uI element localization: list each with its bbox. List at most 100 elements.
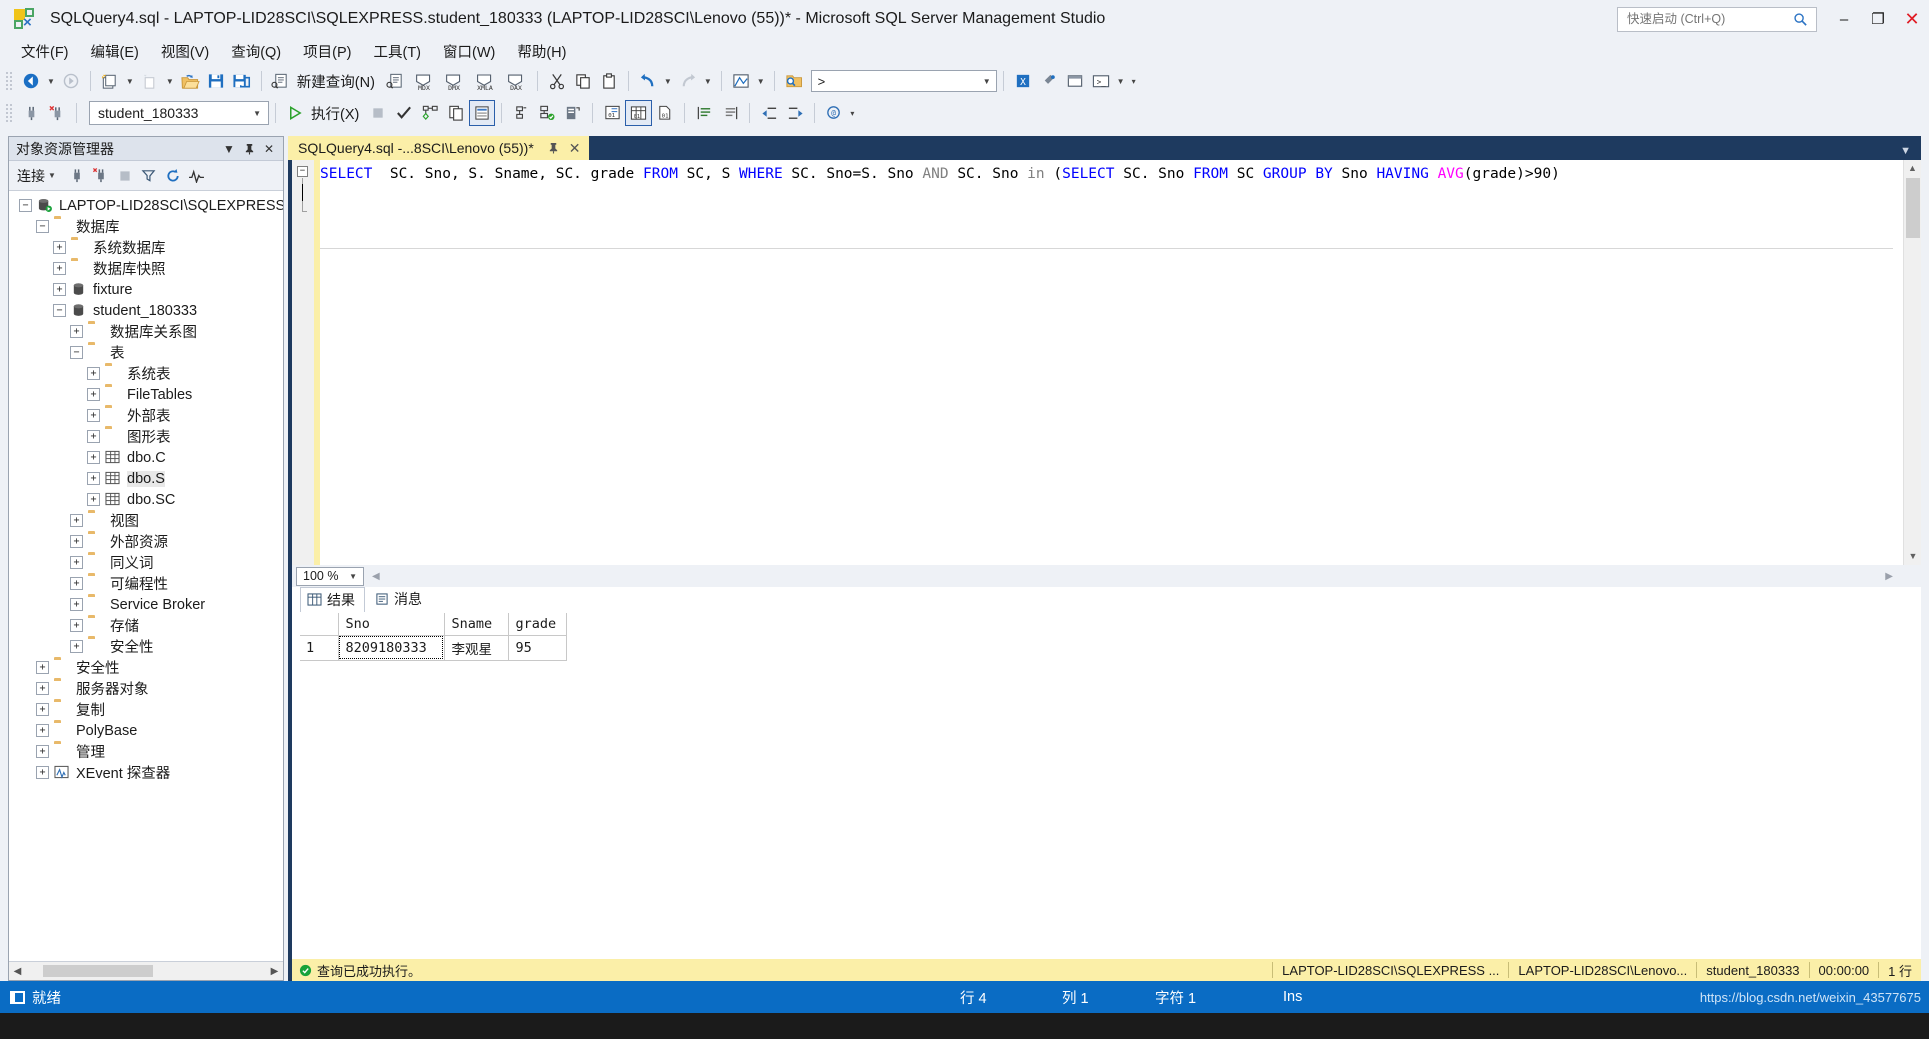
tree-collapse-toggle[interactable]: − [36, 220, 49, 233]
redo-dropdown-icon[interactable]: ▼ [704, 77, 712, 86]
filter-icon[interactable] [137, 164, 161, 188]
activity-monitor-icon[interactable] [185, 164, 209, 188]
pin-icon[interactable] [244, 143, 255, 155]
tree-expand-toggle[interactable]: + [87, 472, 100, 485]
stop-action-icon[interactable] [113, 164, 137, 188]
sql-toolbar-grip[interactable] [5, 103, 14, 123]
tree-expand-toggle[interactable]: + [70, 577, 83, 590]
connect-icon[interactable] [18, 100, 44, 126]
tree-expand-toggle[interactable]: + [53, 283, 66, 296]
tree-node[interactable]: + fixture [9, 279, 283, 300]
menu-view[interactable]: 视图(V) [150, 38, 220, 65]
results-grid[interactable]: Sno Sname grade 1 8209180333 李观星 95 [300, 613, 567, 661]
tree-expand-toggle[interactable]: + [36, 766, 49, 779]
paste-icon[interactable] [596, 68, 622, 94]
tree-node[interactable]: + 系统数据库 [9, 237, 283, 258]
back-dropdown-icon[interactable]: ▼ [47, 77, 55, 86]
new-project-dropdown-icon[interactable]: ▼ [126, 77, 134, 86]
tab-messages[interactable]: 消息 [369, 587, 431, 611]
tree-node[interactable]: + FileTables [9, 384, 283, 405]
find-input-value[interactable]: > [818, 74, 826, 89]
editor-tab-sqlquery4[interactable]: SQLQuery4.sql -...8SCI\Lenovo (55))* ✕ [288, 136, 589, 160]
xmla-query-icon[interactable]: XMLA [469, 68, 501, 94]
pin-icon[interactable] [548, 142, 559, 154]
find-dropdown-icon[interactable]: ▼ [983, 77, 991, 86]
panes-dropdown-icon[interactable]: ▼ [757, 77, 765, 86]
tree-node[interactable]: + 外部表 [9, 405, 283, 426]
tree-expand-toggle[interactable]: + [87, 451, 100, 464]
tree-node[interactable]: + 数据库关系图 [9, 321, 283, 342]
close-icon[interactable]: ✕ [264, 142, 274, 156]
disconnect-object-explorer-icon[interactable] [89, 164, 113, 188]
menu-query[interactable]: 查询(Q) [220, 38, 292, 65]
find-in-files-icon[interactable] [781, 68, 807, 94]
command-dropdown-icon[interactable]: ▼ [1117, 77, 1125, 86]
database-server-icon[interactable] [560, 100, 586, 126]
menu-edit[interactable]: 编辑(E) [80, 38, 150, 65]
tree-node[interactable]: + 服务器对象 [9, 678, 283, 699]
editor-vscrollbar[interactable]: ▲ ▼ [1903, 160, 1921, 565]
tree-expand-toggle[interactable]: + [36, 682, 49, 695]
tree-collapse-toggle[interactable]: − [53, 304, 66, 317]
tree-collapse-toggle[interactable]: − [70, 346, 83, 359]
quick-launch-input[interactable] [1625, 11, 1793, 27]
specify-values-icon[interactable]: @ [821, 100, 847, 126]
execute-icon[interactable] [282, 100, 308, 126]
refresh-icon[interactable] [161, 164, 185, 188]
tree-node[interactable]: − LAPTOP-LID28SCI\SQLEXPRESS [9, 195, 283, 216]
cell-grade[interactable]: 95 [508, 635, 567, 661]
decrease-indent-icon[interactable] [756, 100, 782, 126]
tree-expand-toggle[interactable]: + [87, 409, 100, 422]
menu-project[interactable]: 项目(P) [292, 38, 362, 65]
object-explorer-hscrollbar[interactable]: ◀ ▶ [9, 961, 283, 980]
new-item-dropdown-icon[interactable]: ▼ [166, 77, 174, 86]
menu-window[interactable]: 窗口(W) [432, 38, 506, 65]
tree-node[interactable]: + 视图 [9, 510, 283, 531]
tree-node[interactable]: + 图形表 [9, 426, 283, 447]
increase-indent-icon[interactable] [782, 100, 808, 126]
save-all-icon[interactable] [229, 68, 255, 94]
scroll-up-icon[interactable]: ▲ [1904, 160, 1921, 177]
results-to-file-icon[interactable]: 01 [652, 100, 678, 126]
tree-node[interactable]: + 可编程性 [9, 573, 283, 594]
dax-query-icon[interactable]: DAX [501, 68, 531, 94]
tree-node[interactable]: + 复制 [9, 699, 283, 720]
scroll-down-icon[interactable]: ▼ [1904, 548, 1922, 565]
uncomment-lines-icon[interactable] [717, 100, 743, 126]
results-to-text-icon[interactable]: 01 [599, 100, 625, 126]
tree-expand-toggle[interactable]: + [70, 640, 83, 653]
tree-node[interactable]: + 管理 [9, 741, 283, 762]
results-to-grid-checked-icon[interactable] [534, 100, 560, 126]
save-icon[interactable] [203, 68, 229, 94]
tree-expand-toggle[interactable]: + [53, 262, 66, 275]
grid-corner-header[interactable] [300, 613, 339, 636]
scroll-left-icon[interactable]: ◀ [9, 966, 26, 977]
display-estimated-plan-icon[interactable] [417, 100, 443, 126]
chevron-down-icon[interactable]: ▼ [253, 109, 261, 118]
tree-node[interactable]: + 安全性 [9, 657, 283, 678]
tree-expand-toggle[interactable]: + [87, 367, 100, 380]
query-options-icon[interactable] [443, 100, 469, 126]
tree-expand-toggle[interactable]: + [70, 325, 83, 338]
sql-code-editor[interactable]: − SELECT SC. Sno, S. Sname, SC. grade FR… [288, 160, 1921, 565]
tools-options-icon[interactable] [1036, 68, 1062, 94]
tree-node[interactable]: + 外部资源 [9, 531, 283, 552]
tree-collapse-toggle[interactable]: − [19, 199, 32, 212]
tree-expand-toggle[interactable]: + [70, 619, 83, 632]
execute-label[interactable]: 执行(X) [311, 103, 359, 124]
new-query-label[interactable]: 新建查询(N) [297, 71, 375, 92]
open-file-icon[interactable] [177, 68, 203, 94]
tree-node[interactable]: − 数据库 [9, 216, 283, 237]
tree-node[interactable]: + PolyBase [9, 720, 283, 741]
tree-node[interactable]: + dbo.C [9, 447, 283, 468]
connect-object-explorer-icon[interactable] [65, 164, 89, 188]
chevron-down-icon[interactable]: ▼ [48, 171, 56, 180]
object-explorer-tree[interactable]: − LAPTOP-LID28SCI\SQLEXPRESS − 数据库 + 系统数据库 + 数据… [9, 191, 283, 961]
mdx-query-icon[interactable]: MDX [409, 68, 439, 94]
scroll-right-icon[interactable]: ▶ [266, 966, 283, 977]
tree-expand-toggle[interactable]: + [53, 241, 66, 254]
parse-icon[interactable] [391, 100, 417, 126]
tree-node[interactable]: + XEvent 探查器 [9, 762, 283, 783]
tree-expand-toggle[interactable]: + [70, 514, 83, 527]
column-header-grade[interactable]: grade [508, 613, 567, 636]
